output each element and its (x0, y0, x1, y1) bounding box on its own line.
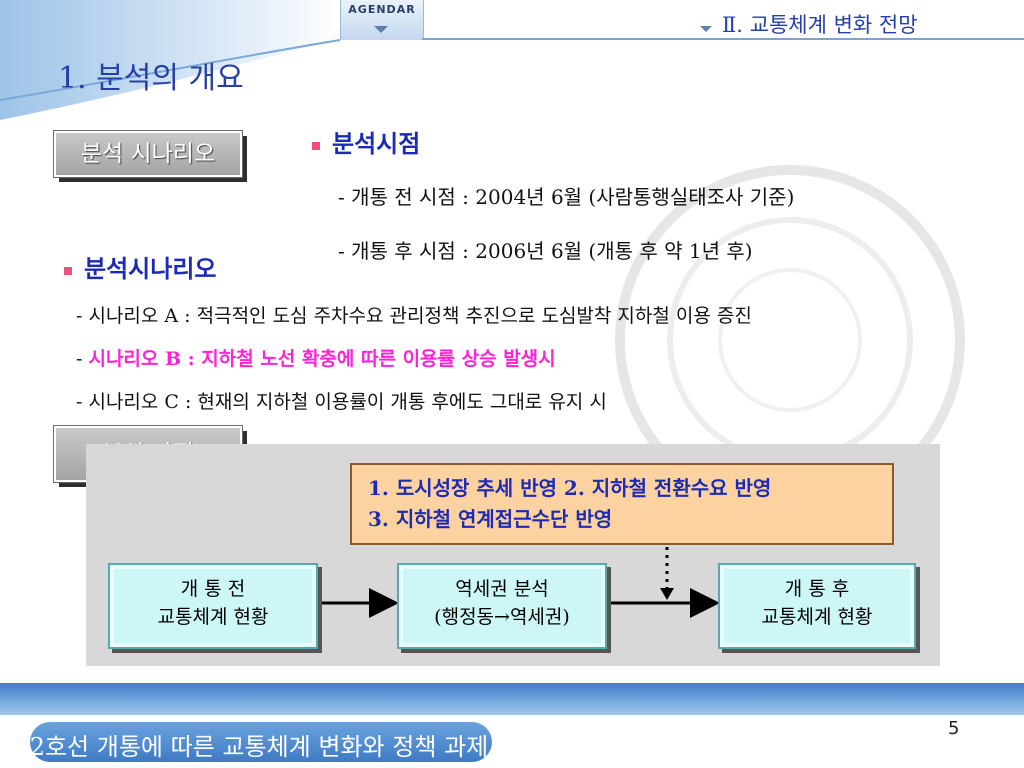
after-opening-box: 개 통 후 교통체계 현황 (718, 563, 916, 649)
before-opening-sublabel: 교통체계 현황 (157, 606, 269, 628)
reflection-factors-box: 1. 도시성장 추세 반영 2. 지하철 전환수요 반영 3. 지하철 연계접근… (350, 463, 894, 545)
factor-line-1: 1. 도시성장 추세 반영 2. 지하철 전환수요 반영 (368, 476, 772, 500)
after-opening-sublabel: 교통체계 현황 (761, 606, 873, 628)
station-area-label: 역세권 분석 (455, 578, 549, 600)
factor-line-2: 3. 지하철 연계접근수단 반영 (368, 507, 613, 531)
after-opening-label: 개 통 후 (784, 578, 850, 600)
process-arrows (322, 547, 720, 618)
station-area-sublabel: (행정동→역세권) (434, 606, 570, 628)
footer-band (0, 683, 1024, 715)
before-opening-box: 개 통 전 교통체계 현황 (108, 563, 318, 649)
arrow-head-icon (660, 588, 674, 600)
footer-title: 철 2호선 개통에 따른 교통체계 변화와 정책 과제 (0, 733, 489, 761)
page-number: 5 (948, 718, 960, 739)
station-area-analysis-box: 역세권 분석 (행정동→역세권) (397, 563, 607, 649)
before-opening-label: 개 통 전 (180, 578, 246, 600)
